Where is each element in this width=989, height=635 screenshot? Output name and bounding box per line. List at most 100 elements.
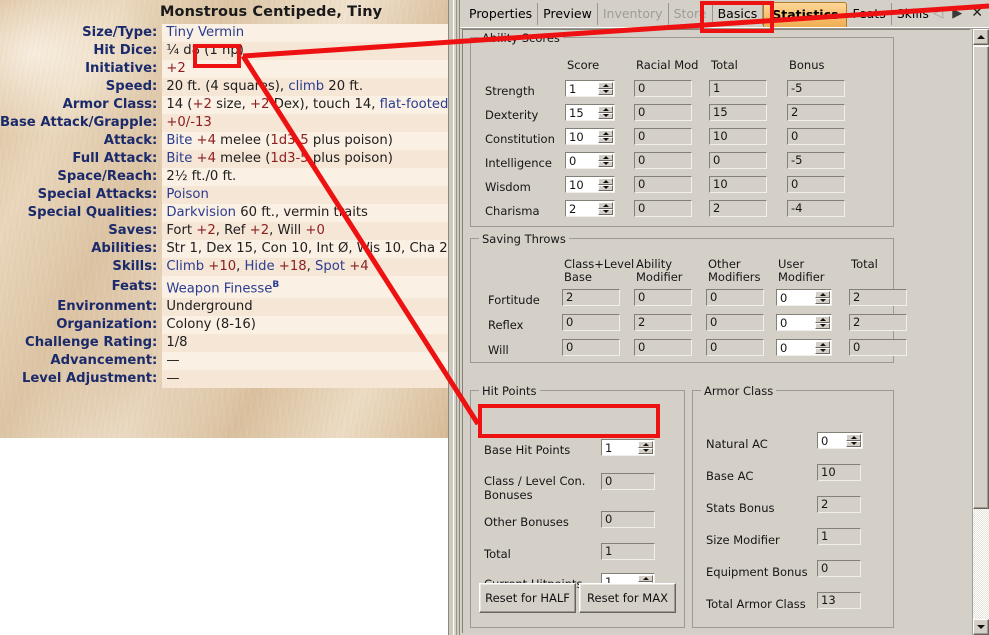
- ac-field-stats-bonus: 2: [817, 496, 861, 513]
- statblock-row-label: Skills:: [112, 259, 158, 274]
- ac-field-total-armor-class: 13: [817, 592, 861, 609]
- splitter-grip[interactable]: [453, 0, 457, 635]
- ac-row-label-stats-bonus: Stats Bonus: [706, 501, 775, 515]
- creature-title: Monstrous Centipede, Tiny: [160, 4, 383, 20]
- tab-basics[interactable]: Basics: [713, 3, 764, 25]
- ac-field-natural-ac-decrement-icon[interactable]: [846, 440, 861, 447]
- ability-total-intelligence: 0: [709, 152, 767, 169]
- saves-user-mod-fortitude-value: 0: [780, 290, 788, 305]
- ability-bonus-intelligence: -5: [787, 152, 845, 169]
- ability-score-strength-value: 1: [569, 81, 577, 96]
- reset-for-half-button[interactable]: Reset for HALF: [479, 583, 576, 613]
- scroll-up-icon[interactable]: [973, 29, 989, 45]
- statblock-row-label: Environment:: [57, 299, 158, 315]
- ability-score-wisdom[interactable]: 10: [565, 176, 615, 193]
- armor-class-group: Armor Class Natural AC 0 Base AC 10 Stats Bo…: [692, 384, 894, 628]
- ability-column-header-total: Total: [711, 58, 738, 72]
- saves-total-fortitude: 2: [849, 289, 907, 306]
- statblock-row: Level Adjustment: —: [0, 370, 448, 389]
- ability-score-wisdom-buttons: [598, 178, 613, 191]
- statblock-row-label: Initiative:: [85, 61, 158, 76]
- ability-score-charisma[interactable]: 2: [565, 200, 615, 217]
- saves-user-mod-will-decrement-icon[interactable]: [815, 347, 830, 354]
- statblock-row-label: Attack:: [103, 133, 158, 148]
- statblock-row: Hit Dice: ¼ d8 (1 hp): [0, 42, 448, 60]
- close-icon[interactable]: ✕: [971, 6, 983, 20]
- vertical-scrollbar[interactable]: [972, 29, 989, 635]
- ability-score-constitution[interactable]: 10: [565, 128, 615, 145]
- scrollbar-thumb[interactable]: [973, 46, 989, 509]
- saves-user-mod-reflex-decrement-icon[interactable]: [815, 322, 830, 329]
- ability-score-constitution-value: 10: [569, 129, 584, 144]
- ability-scores-group: Ability Scores Score Racial Mod Total Bonus…: [470, 31, 894, 227]
- hp-field-base-hit-points[interactable]: 1: [601, 439, 655, 456]
- ability-score-wisdom-decrement-icon[interactable]: [598, 184, 613, 191]
- ability-racial-mod-charisma: 0: [634, 200, 692, 217]
- ability-score-intelligence-value: 0: [569, 153, 577, 168]
- statblock-row-label: Level Adjustment:: [21, 371, 158, 387]
- statblock-row-label: Organization:: [56, 317, 158, 333]
- saves-total-reflex: 2: [849, 314, 907, 331]
- ac-field-size-modifier: 1: [817, 528, 861, 545]
- ability-score-constitution-decrement-icon[interactable]: [598, 136, 613, 143]
- saves-user-mod-reflex-value: 0: [780, 315, 788, 330]
- saves-user-mod-will[interactable]: 0: [776, 339, 832, 356]
- statblock-row-value: Weapon FinesseB: [162, 276, 448, 299]
- statblock-row: Full Attack: Bite +4 melee (1d3-5 plus po…: [0, 150, 448, 168]
- tab-properties[interactable]: Properties: [464, 3, 539, 25]
- tab-statistics[interactable]: Statistics: [763, 2, 848, 27]
- saves-other-mod-reflex: 0: [706, 314, 764, 331]
- statblock-row-value: 14 (+2 size, +2 Dex), touch 14, flat-foo…: [162, 96, 448, 114]
- ability-score-strength-decrement-icon[interactable]: [598, 88, 613, 95]
- saves-user-mod-fortitude[interactable]: 0: [776, 289, 832, 306]
- ability-row-label-constitution: Constitution: [485, 132, 555, 146]
- hp-field-base-hit-points-decrement-icon[interactable]: [638, 447, 653, 454]
- ability-score-constitution-buttons: [598, 130, 613, 143]
- statblock-row: Environment: Underground: [0, 298, 448, 317]
- saves-row-label-reflex: Reflex: [488, 318, 524, 332]
- panel-splitter[interactable]: [448, 0, 460, 635]
- saves-user-mod-reflex[interactable]: 0: [776, 314, 832, 331]
- statblock-row-label: Speed:: [105, 79, 158, 94]
- reset-for-max-button[interactable]: Reset for MAX: [579, 583, 676, 613]
- ability-score-dexterity[interactable]: 15: [565, 104, 615, 121]
- statblock-row: Attack: Bite +4 melee (1d3-5 plus poison): [0, 132, 448, 150]
- ability-score-intelligence-decrement-icon[interactable]: [598, 160, 613, 167]
- ability-total-strength: 1: [709, 80, 767, 97]
- tab-feats[interactable]: Feats: [847, 3, 892, 25]
- ability-score-strength[interactable]: 1: [565, 80, 615, 97]
- statblock-row-value: Climb +10, Hide +18, Spot +4: [162, 258, 448, 276]
- tab-scroll-right-icon[interactable]: ▶: [952, 7, 962, 20]
- ac-field-natural-ac-buttons: [846, 434, 861, 447]
- ability-total-charisma: 2: [709, 200, 767, 217]
- ability-score-strength-buttons: [598, 82, 613, 95]
- saves-user-mod-fortitude-decrement-icon[interactable]: [815, 297, 830, 304]
- tab-scroll-left-icon[interactable]: ◁: [933, 7, 943, 20]
- statblock-row: Feats: Weapon FinesseB: [0, 276, 448, 299]
- ac-row-label-size-modifier: Size Modifier: [706, 533, 780, 547]
- saving-throws-title: Saving Throws: [479, 232, 569, 246]
- statblock-row-value: —: [162, 370, 448, 389]
- tab-preview[interactable]: Preview: [538, 3, 598, 25]
- ac-row-label-natural-ac: Natural AC: [706, 437, 768, 451]
- statblock-row-value: Tiny Vermin: [162, 24, 448, 42]
- saves-other-mod-will: 0: [706, 339, 764, 356]
- tab-store: Store: [669, 3, 713, 25]
- hit-points-group: Hit Points Base Hit Points 1 Class / Level…: [470, 384, 685, 628]
- ability-total-wisdom: 10: [709, 176, 767, 193]
- statblock-row-label: Abilities:: [91, 241, 158, 256]
- statblock-row: Organization: Colony (8-16): [0, 316, 448, 335]
- ac-row-label-equipment-bonus: Equipment Bonus: [706, 565, 808, 579]
- statblock-row: Space/Reach: 2½ ft./0 ft.: [0, 168, 448, 186]
- ac-row-label-total-armor-class: Total Armor Class: [706, 597, 806, 611]
- ability-score-charisma-decrement-icon[interactable]: [598, 208, 613, 215]
- ac-field-natural-ac[interactable]: 0: [817, 432, 863, 449]
- saves-ability-mod-will: 0: [634, 339, 692, 356]
- ability-score-dexterity-decrement-icon[interactable]: [598, 112, 613, 119]
- tab-skills[interactable]: Skills: [892, 3, 934, 25]
- statblock-row-value: Str 1, Dex 15, Con 10, Int Ø, Wis 10, Ch…: [162, 240, 448, 258]
- statblock-row: Special Attacks: Poison: [0, 186, 448, 204]
- scroll-down-icon[interactable]: [973, 619, 989, 635]
- ability-score-intelligence[interactable]: 0: [565, 152, 615, 169]
- ability-row-label-charisma: Charisma: [485, 204, 540, 218]
